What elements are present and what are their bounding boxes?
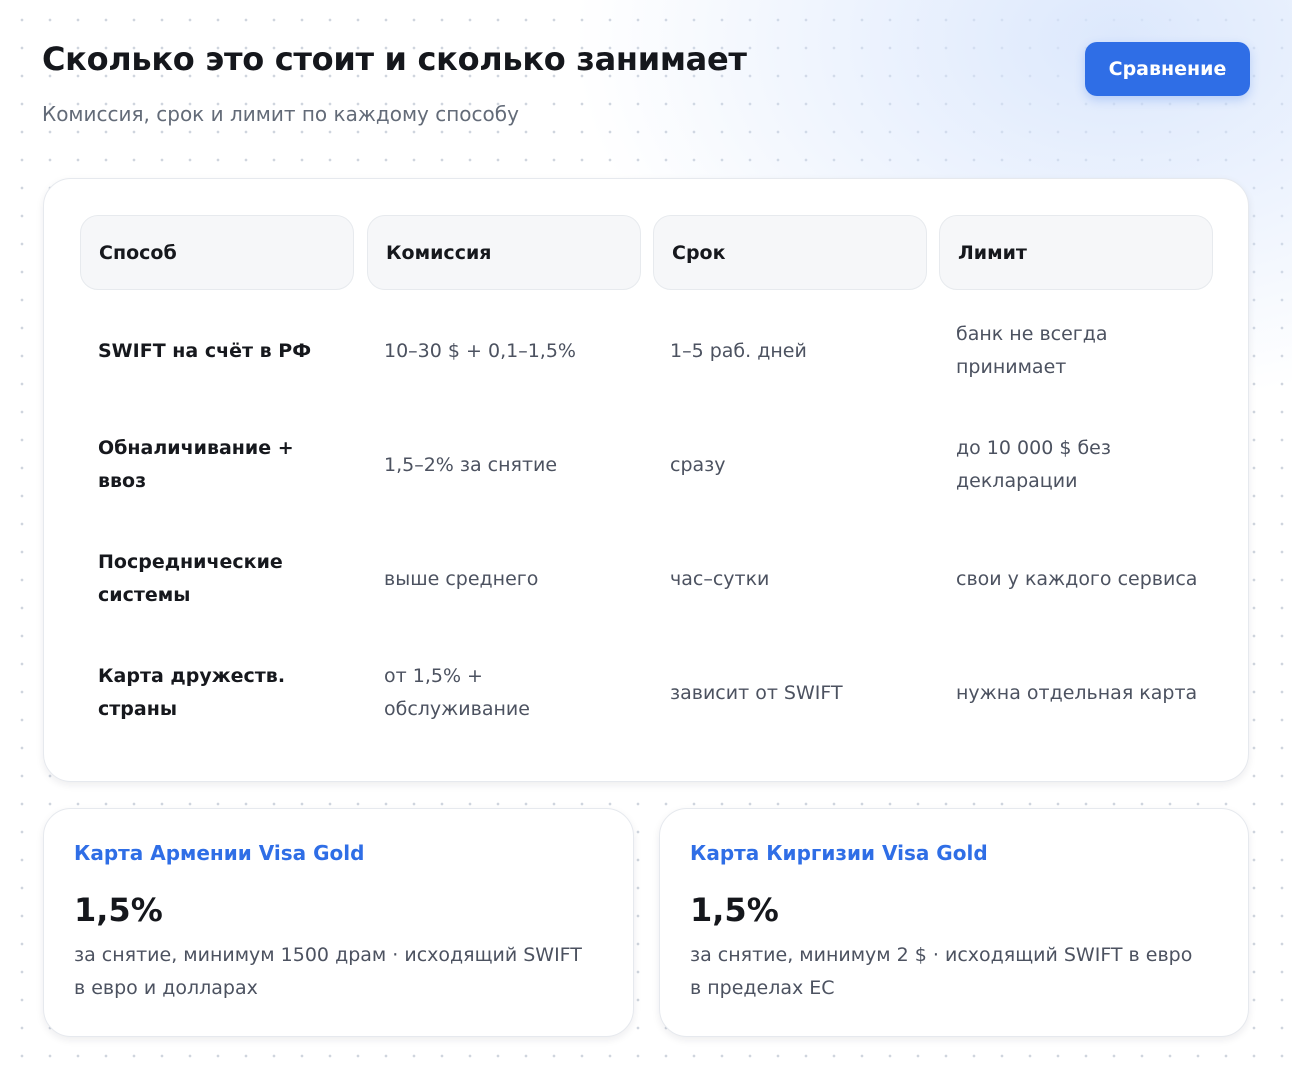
cell-method: SWIFT на счёт в РФ xyxy=(98,339,312,362)
card-value: 1,5% xyxy=(690,891,779,929)
column-header-limit: Лимит xyxy=(939,215,1213,290)
info-card-armenia: Карта Армении Visa Gold 1,5% за снятие, … xyxy=(43,808,634,1037)
cell-fee: 10–30 $ + 0,1–1,5% xyxy=(384,339,576,362)
cell-method: Карта дружеств. страны xyxy=(98,665,286,720)
comparison-table: Способ Комиссия Срок Лимит SWIFT на счёт… xyxy=(43,178,1249,782)
card-description: за снятие, минимум 2 $ · исходящий SWIFT… xyxy=(690,944,1193,999)
card-title: Карта Армении Visa Gold xyxy=(74,841,365,865)
page: Сколько это стоит и сколько занимает Ком… xyxy=(0,0,1292,1080)
info-card-kyrgyzstan: Карта Киргизии Visa Gold 1,5% за снятие,… xyxy=(659,808,1249,1037)
table-row: Обналичивание + ввоз 1,5–2% за снятие ср… xyxy=(44,408,1250,522)
table-row: Посреднические системы выше среднего час… xyxy=(44,522,1250,636)
cell-term: зависит от SWIFT xyxy=(670,681,843,704)
column-header-fee: Комиссия xyxy=(367,215,641,290)
page-title: Сколько это стоит и сколько занимает xyxy=(42,40,747,78)
column-header-term: Срок xyxy=(653,215,927,290)
cell-limit: свои у каждого сервиса xyxy=(956,567,1198,590)
card-value: 1,5% xyxy=(74,891,163,929)
page-subtitle: Комиссия, срок и лимит по каждому способ… xyxy=(42,102,519,126)
cell-fee: 1,5–2% за снятие xyxy=(384,453,558,476)
cell-limit: банк не всегда принимает xyxy=(956,323,1108,378)
cell-term: 1–5 раб. дней xyxy=(670,339,807,362)
cell-term: час–сутки xyxy=(670,567,770,590)
cell-term: сразу xyxy=(670,453,726,476)
cell-method: Посреднические системы xyxy=(98,551,283,606)
compare-button[interactable]: Сравнение xyxy=(1085,42,1250,96)
cell-method: Обналичивание + ввоз xyxy=(98,437,294,492)
cell-fee: выше среднего xyxy=(384,567,539,590)
card-description: за снятие, минимум 1500 драм · исходящий… xyxy=(74,944,582,999)
column-header-method: Способ xyxy=(80,215,354,290)
card-title: Карта Киргизии Visa Gold xyxy=(690,841,988,865)
cell-limit: до 10 000 $ без декларации xyxy=(956,437,1111,492)
cell-fee: от 1,5% + обслуживание xyxy=(384,665,530,720)
cell-limit: нужна отдельная карта xyxy=(956,681,1198,704)
table-row: Карта дружеств. страны от 1,5% + обслужи… xyxy=(44,636,1250,750)
table-row: SWIFT на счёт в РФ 10–30 $ + 0,1–1,5% 1–… xyxy=(44,294,1250,408)
